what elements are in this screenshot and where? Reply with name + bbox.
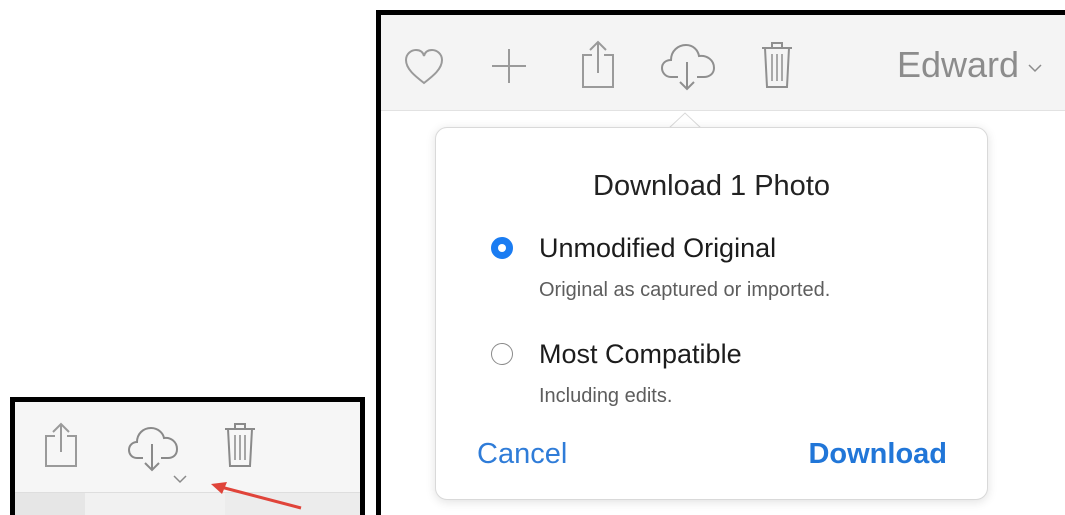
plus-icon[interactable] [491, 48, 527, 89]
download-options-popover: Download 1 Photo Unmodified Original Ori… [435, 127, 988, 500]
download-button[interactable]: Download [808, 436, 947, 472]
photos-toolbar: Edward [381, 15, 1065, 111]
option-label: Most Compatible [539, 339, 742, 369]
user-menu[interactable]: Edward [897, 43, 1043, 87]
trash-icon[interactable] [760, 41, 794, 94]
radio-most-compatible[interactable] [491, 343, 513, 365]
option-most-compatible[interactable]: Most Compatible Including edits. [491, 336, 931, 416]
chevron-down-icon [1028, 64, 1042, 73]
radio-unmodified-original[interactable] [491, 237, 513, 259]
heart-icon[interactable] [403, 48, 445, 91]
popover-title: Download 1 Photo [593, 170, 830, 202]
option-description: Original as captured or imported. [539, 279, 831, 301]
share-icon[interactable] [580, 39, 616, 94]
option-unmodified-original[interactable]: Unmodified Original Original as captured… [491, 230, 931, 310]
inset-toolbar-zoom [10, 397, 365, 515]
annotation-arrow [211, 482, 302, 510]
option-description: Including edits. [539, 385, 673, 407]
photos-window: Edward Download 1 Photo Unmodified Origi… [376, 10, 1065, 515]
option-label: Unmodified Original [539, 233, 777, 263]
cloud-download-icon[interactable] [660, 41, 718, 96]
cut-off-toolbar-glyph [360, 430, 365, 460]
user-name: Edward [897, 44, 1020, 85]
cancel-button[interactable]: Cancel [477, 436, 567, 472]
screenshot-canvas: Edward Download 1 Photo Unmodified Origi… [0, 0, 1065, 515]
